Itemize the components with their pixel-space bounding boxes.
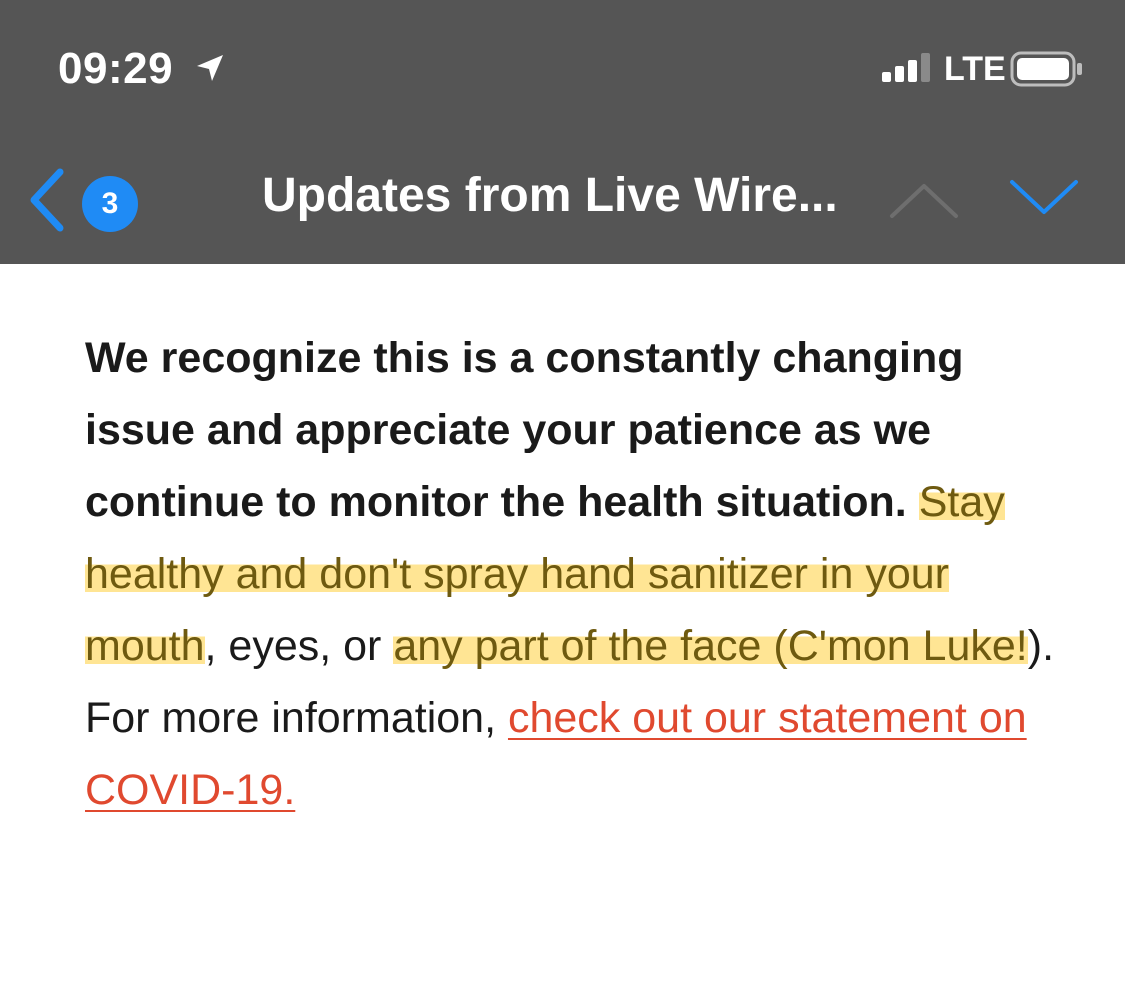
email-body: We recognize this is a constantly changi… xyxy=(85,322,1055,826)
previous-message-button[interactable] xyxy=(888,180,960,220)
unread-count-badge: 3 xyxy=(82,176,138,232)
status-time: 09:29 xyxy=(58,44,174,93)
top-bar: 09:29 LTE 3 Updates from Live Wire... xyxy=(0,0,1125,264)
battery-icon xyxy=(1010,51,1082,87)
email-subject-title: Updates from Live Wire... xyxy=(262,169,838,222)
chevron-left-icon xyxy=(30,168,64,232)
cellular-signal-icon xyxy=(882,53,930,82)
highlighted-text-2: any part of the face (C'mon Luke! xyxy=(393,622,1028,670)
network-type: LTE xyxy=(944,50,1006,88)
back-button[interactable]: 3 xyxy=(20,166,150,232)
email-bold-text: We recognize this is a constantly changi… xyxy=(85,334,964,526)
location-arrow-icon xyxy=(197,55,223,81)
email-text: , eyes, or xyxy=(204,622,394,670)
next-message-button[interactable] xyxy=(1008,178,1080,218)
